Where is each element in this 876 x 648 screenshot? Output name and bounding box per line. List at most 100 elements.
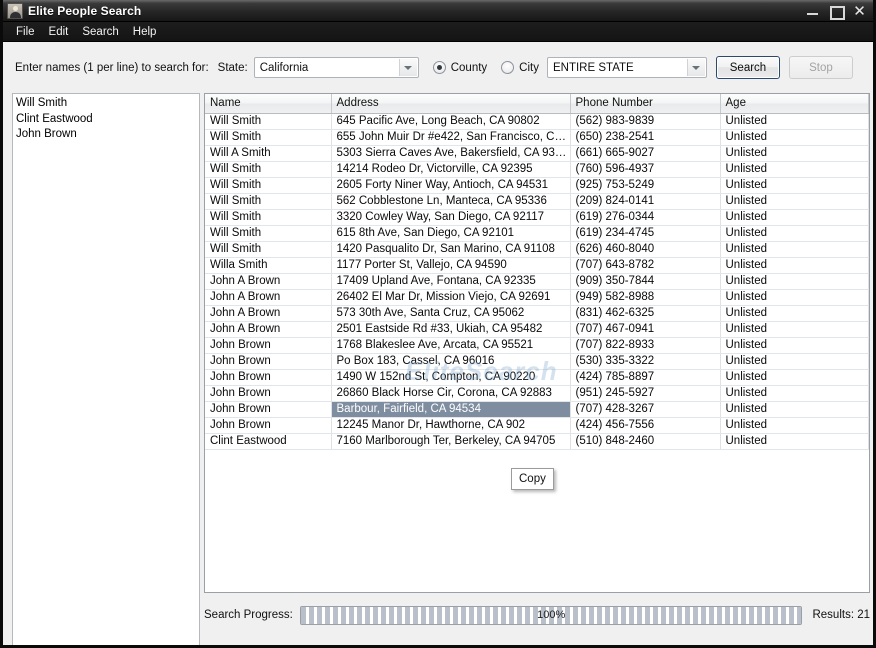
cell-age: Unlisted bbox=[720, 129, 869, 146]
table-row[interactable]: John A Brown 2501 Eastside Rd #33, Ukiah,… bbox=[205, 321, 869, 338]
table-row[interactable]: Will A Smith 5303 Sierra Caves Ave, Baker… bbox=[205, 145, 869, 162]
state-select[interactable]: California bbox=[253, 57, 419, 78]
cell-name: Will Smith bbox=[205, 193, 332, 210]
table-row[interactable]: John A Brown 573 30th Ave, Santa Cruz, CA… bbox=[205, 305, 869, 322]
cell-phone: (707) 428-3267 bbox=[570, 401, 721, 418]
cell-age: Unlisted bbox=[720, 321, 869, 338]
cell-age: Unlisted bbox=[720, 257, 869, 274]
table-row[interactable]: Will Smith 645 Pacific Ave, Long Beach, C… bbox=[205, 113, 869, 130]
cell-age: Unlisted bbox=[720, 209, 869, 226]
cell-phone: (925) 753-5249 bbox=[570, 177, 721, 194]
names-input-label: Enter names (1 per line) to search for: bbox=[15, 61, 209, 74]
close-icon[interactable]: ✕ bbox=[852, 3, 867, 18]
cell-address: 1768 Blakeslee Ave, Arcata, CA 95521 bbox=[331, 337, 571, 354]
cell-name: Will Smith bbox=[205, 209, 332, 226]
cell-phone: (510) 848-2460 bbox=[570, 433, 721, 450]
table-row[interactable]: John A Brown 26402 El Mar Dr, Mission Vie… bbox=[205, 289, 869, 306]
results-grid: Name Address Phone Number Age Will Smith… bbox=[205, 94, 869, 450]
minimize-icon[interactable] bbox=[806, 4, 819, 18]
cell-address: 17409 Upland Ave, Fontana, CA 92335 bbox=[331, 273, 571, 290]
context-menu-copy[interactable]: Copy bbox=[511, 468, 554, 490]
cell-address: 615 8th Ave, San Diego, CA 92101 bbox=[331, 225, 571, 242]
client-area: Enter names (1 per line) to search for: … bbox=[3, 42, 873, 645]
table-row[interactable]: John Brown Po Box 183, Cassel, CA 96016 (5… bbox=[205, 353, 869, 370]
table-row[interactable]: John Brown Barbour, Fairfield, CA 94534 (7… bbox=[205, 401, 869, 418]
radio-county-indicator bbox=[432, 61, 446, 74]
table-row[interactable]: John A Brown 17409 Upland Ave, Fontana, C… bbox=[205, 273, 869, 290]
names-input[interactable]: Will Smith Clint Eastwood John Brown bbox=[12, 93, 200, 645]
cell-age: Unlisted bbox=[720, 353, 869, 370]
title-bar: Elite People Search ✕ bbox=[3, 0, 873, 22]
cell-name: Willa Smith bbox=[205, 257, 332, 274]
scope-select[interactable]: ENTIRE STATE bbox=[546, 57, 707, 78]
cell-address: 12245 Manor Dr, Hawthorne, CA 902 bbox=[331, 417, 571, 434]
column-header-name[interactable]: Name bbox=[205, 94, 332, 114]
cell-address: 5303 Sierra Caves Ave, Bakersfield, CA 9… bbox=[331, 145, 571, 162]
cell-name: John Brown bbox=[205, 417, 332, 434]
window-controls: ✕ bbox=[806, 0, 867, 21]
cell-age: Unlisted bbox=[720, 145, 869, 162]
cell-phone: (209) 824-0141 bbox=[570, 193, 721, 210]
table-row[interactable]: Will Smith 3320 Cowley Way, San Diego, CA… bbox=[205, 209, 869, 226]
cell-phone: (949) 582-8988 bbox=[570, 289, 721, 306]
table-row[interactable]: Clint Eastwood 7160 Marlborough Ter, Berk… bbox=[205, 433, 869, 450]
cell-name: Will Smith bbox=[205, 129, 332, 146]
cell-name: Will Smith bbox=[205, 113, 332, 130]
maximize-icon[interactable] bbox=[829, 4, 845, 20]
cell-name: John A Brown bbox=[205, 305, 332, 322]
menu-item-edit[interactable]: Edit bbox=[42, 24, 76, 40]
cell-age: Unlisted bbox=[720, 433, 869, 450]
cell-phone: (661) 665-9027 bbox=[570, 145, 721, 162]
stop-button: Stop bbox=[788, 56, 853, 79]
cell-phone: (650) 238-2541 bbox=[570, 129, 721, 146]
cell-phone: (707) 467-0941 bbox=[570, 321, 721, 338]
cell-age: Unlisted bbox=[720, 385, 869, 402]
search-progress-label: Search Progress: bbox=[204, 609, 293, 621]
table-row[interactable]: Will Smith 14214 Rodeo Dr, Victorville, C… bbox=[205, 161, 869, 178]
cell-age: Unlisted bbox=[720, 369, 869, 386]
table-header-row: Name Address Phone Number Age bbox=[205, 94, 869, 114]
radio-county[interactable]: County bbox=[432, 61, 487, 74]
column-header-address[interactable]: Address bbox=[331, 94, 571, 114]
table-row[interactable]: Will Smith 655 John Muir Dr #e422, San Fr… bbox=[205, 129, 869, 146]
radio-city[interactable]: City bbox=[501, 61, 539, 74]
radio-city-label: City bbox=[519, 61, 539, 74]
cell-name: John Brown bbox=[205, 369, 332, 386]
cell-name: John Brown bbox=[205, 385, 332, 402]
state-select-value: California bbox=[259, 61, 309, 74]
cell-age: Unlisted bbox=[720, 401, 869, 418]
table-header: Name Address Phone Number Age bbox=[205, 94, 869, 114]
menu-bar: File Edit Search Help bbox=[3, 22, 873, 42]
search-toolbar: Enter names (1 per line) to search for: … bbox=[3, 42, 873, 93]
cell-phone: (562) 983-9839 bbox=[570, 113, 721, 130]
scope-select-value: ENTIRE STATE bbox=[552, 61, 634, 74]
search-button[interactable]: Search bbox=[715, 56, 780, 79]
table-row[interactable]: Will Smith 562 Cobblestone Ln, Manteca, C… bbox=[205, 193, 869, 210]
cell-name: Will Smith bbox=[205, 241, 332, 258]
column-header-age[interactable]: Age bbox=[720, 94, 869, 114]
table-row[interactable]: John Brown 12245 Manor Dr, Hawthorne, CA … bbox=[205, 417, 869, 434]
table-row[interactable]: Willa Smith 1177 Porter St, Vallejo, CA 9… bbox=[205, 257, 869, 274]
results-count: Results: 21 bbox=[812, 609, 870, 621]
table-row[interactable]: Will Smith 1420 Pasqualito Dr, San Marino… bbox=[205, 241, 869, 258]
cell-age: Unlisted bbox=[720, 241, 869, 258]
cell-name: Will Smith bbox=[205, 161, 332, 178]
cell-name: John A Brown bbox=[205, 289, 332, 306]
chevron-down-icon bbox=[398, 59, 417, 76]
menu-item-help[interactable]: Help bbox=[126, 24, 164, 40]
cell-age: Unlisted bbox=[720, 225, 869, 242]
table-row[interactable]: Will Smith 2605 Forty Niner Way, Antioch,… bbox=[205, 177, 869, 194]
cell-address: 26402 El Mar Dr, Mission Viejo, CA 92691 bbox=[331, 289, 571, 306]
column-header-phone[interactable]: Phone Number bbox=[570, 94, 721, 114]
table-row[interactable]: John Brown 26860 Black Horse Cir, Corona,… bbox=[205, 385, 869, 402]
table-row[interactable]: Will Smith 615 8th Ave, San Diego, CA 921… bbox=[205, 225, 869, 242]
cell-name: John A Brown bbox=[205, 321, 332, 338]
search-progress-percent: 100% bbox=[537, 609, 566, 621]
table-row[interactable]: John Brown 1490 W 152nd St, Compton, CA 9… bbox=[205, 369, 869, 386]
table-row[interactable]: John Brown 1768 Blakeslee Ave, Arcata, CA… bbox=[205, 337, 869, 354]
cell-phone: (951) 245-5927 bbox=[570, 385, 721, 402]
cell-address: 3320 Cowley Way, San Diego, CA 92117 bbox=[331, 209, 571, 226]
menu-item-file[interactable]: File bbox=[9, 24, 42, 40]
menu-item-search[interactable]: Search bbox=[75, 24, 125, 40]
cell-phone: (619) 276-0344 bbox=[570, 209, 721, 226]
